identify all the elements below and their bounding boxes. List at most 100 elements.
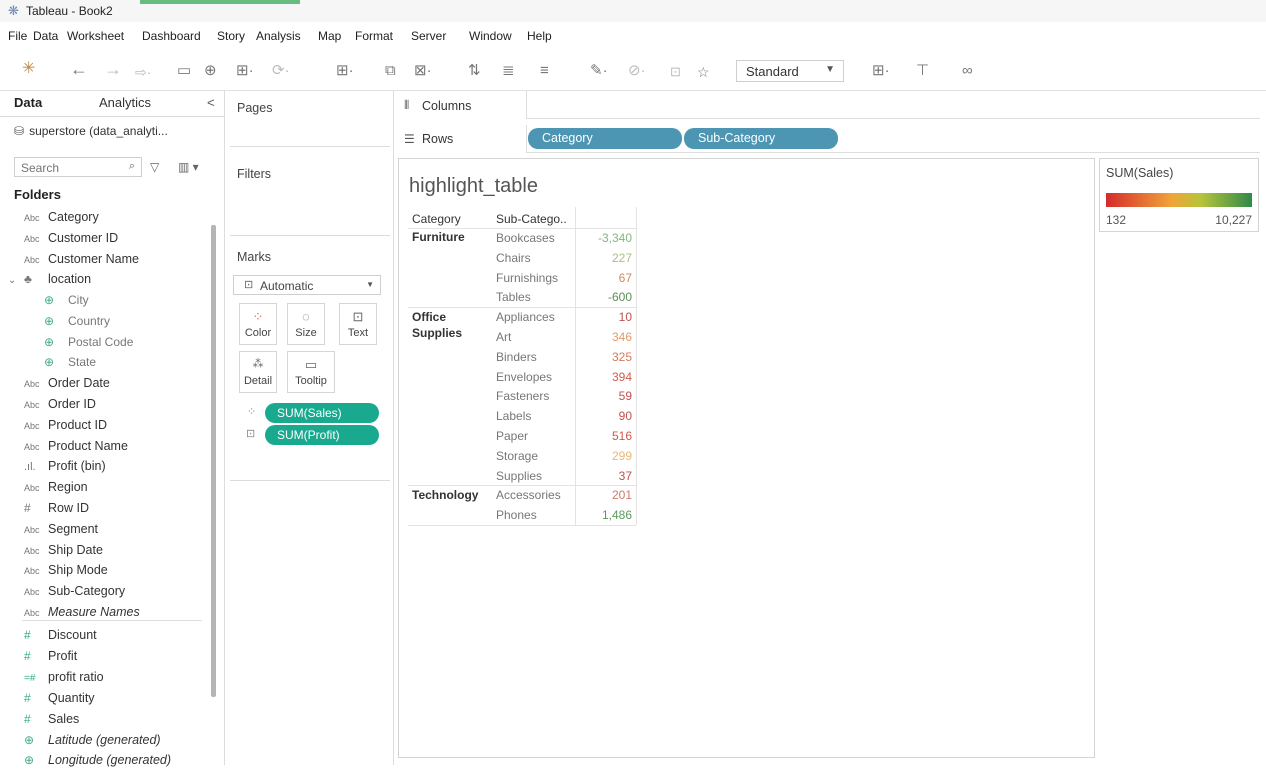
- pill-sum-profit[interactable]: SUM(Profit): [265, 425, 379, 445]
- profit-value-cell[interactable]: 37: [582, 469, 632, 483]
- mark-type-dropdown[interactable]: ⊡ Automatic ▼: [233, 275, 381, 295]
- color-mark-button[interactable]: ⁘ Color: [239, 303, 277, 345]
- field-state[interactable]: ⊕ State: [44, 355, 96, 375]
- duplicate-icon[interactable]: ⧉: [385, 60, 396, 82]
- sub-category-cell[interactable]: Art: [496, 330, 511, 344]
- datasource-item[interactable]: ⛁ superstore (data_analyti...: [14, 124, 168, 138]
- field-ship-mode[interactable]: Abc Ship Mode: [24, 563, 108, 583]
- profit-value-cell[interactable]: 67: [582, 271, 632, 285]
- field-postal-code[interactable]: ⊕ Postal Code: [44, 335, 133, 355]
- profit-value-cell[interactable]: -600: [582, 290, 632, 304]
- search-icon[interactable]: ⌕: [129, 160, 135, 173]
- row-pill-category[interactable]: Category: [528, 128, 682, 149]
- field-product-name[interactable]: Abc Product Name: [24, 439, 128, 459]
- new-datasource-icon[interactable]: ⊕: [204, 60, 217, 82]
- profit-value-cell[interactable]: 325: [582, 350, 632, 364]
- fix-axes-icon[interactable]: ☆: [697, 61, 710, 83]
- sub-category-cell[interactable]: Storage: [496, 449, 538, 463]
- menu-worksheet[interactable]: Worksheet: [67, 29, 124, 43]
- refresh-icon[interactable]: ⟳·: [272, 60, 290, 82]
- swap-icon[interactable]: ⇅: [468, 60, 481, 82]
- profit-value-cell[interactable]: 516: [582, 429, 632, 443]
- sub-category-cell[interactable]: Envelopes: [496, 370, 552, 384]
- field-sub-category[interactable]: Abc Sub-Category: [24, 584, 125, 604]
- category-furniture[interactable]: Furniture: [412, 229, 465, 245]
- sub-category-cell[interactable]: Fasteners: [496, 389, 549, 403]
- sub-category-cell[interactable]: Accessories: [496, 488, 561, 502]
- new-sheet-icon[interactable]: ⊞·: [236, 60, 254, 82]
- tooltip-mark-button[interactable]: ▭ Tooltip: [287, 351, 335, 393]
- field-product-id[interactable]: Abc Product ID: [24, 418, 107, 438]
- field-customer-id[interactable]: Abc Customer ID: [24, 231, 118, 251]
- field-city[interactable]: ⊕ City: [44, 293, 89, 313]
- field-profit[interactable]: # Profit: [24, 649, 77, 669]
- collapse-pane-icon[interactable]: <: [207, 95, 215, 110]
- field-region[interactable]: Abc Region: [24, 480, 88, 500]
- search-field[interactable]: ⌕: [14, 157, 142, 177]
- category-office-supplies[interactable]: Office Supplies: [412, 309, 472, 341]
- pill-sum-sales[interactable]: SUM(Sales): [265, 403, 379, 423]
- menu-file[interactable]: File: [8, 29, 27, 43]
- field-category[interactable]: Abc Category: [24, 210, 99, 230]
- field-measure-names[interactable]: Abc Measure Names: [24, 605, 140, 625]
- profit-value-cell[interactable]: 346: [582, 330, 632, 344]
- sub-category-cell[interactable]: Chairs: [496, 251, 531, 265]
- presentation-icon[interactable]: ⊤: [916, 60, 929, 82]
- menu-format[interactable]: Format: [355, 29, 393, 43]
- field-discount[interactable]: # Discount: [24, 628, 97, 648]
- sub-category-cell[interactable]: Bookcases: [496, 231, 555, 245]
- field-profit-bin[interactable]: .ıl. Profit (bin): [24, 459, 106, 479]
- tableau-home-icon[interactable]: ✳: [22, 58, 35, 80]
- profit-value-cell[interactable]: 59: [582, 389, 632, 403]
- field-segment[interactable]: Abc Segment: [24, 522, 98, 542]
- fields-scrollbar[interactable]: [211, 225, 216, 697]
- clear-sheet-icon[interactable]: ⊠·: [414, 60, 432, 82]
- profit-value-cell[interactable]: 227: [582, 251, 632, 265]
- size-mark-button[interactable]: ◌ Size: [287, 303, 325, 345]
- row-pill-sub-category[interactable]: Sub-Category: [684, 128, 838, 149]
- field-longitude[interactable]: ⊕ Longitude (generated): [24, 753, 171, 773]
- field-location[interactable]: ⌄ ♣ location: [8, 272, 91, 292]
- labels-icon[interactable]: ⊡: [670, 61, 681, 83]
- sort-asc-icon[interactable]: ≣: [502, 60, 515, 82]
- field-latitude[interactable]: ⊕ Latitude (generated): [24, 733, 161, 753]
- sort-desc-icon[interactable]: ≡: [540, 60, 549, 82]
- sub-category-cell[interactable]: Binders: [496, 350, 537, 364]
- profit-value-cell[interactable]: 10: [582, 310, 632, 324]
- profit-value-cell[interactable]: 1,486: [582, 508, 632, 522]
- field-order-date[interactable]: Abc Order Date: [24, 376, 110, 396]
- text-mark-button[interactable]: ⊡ Text: [339, 303, 377, 345]
- undo-icon[interactable]: ←: [70, 58, 88, 80]
- menu-analysis[interactable]: Analysis: [256, 29, 301, 43]
- field-quantity[interactable]: # Quantity: [24, 691, 95, 711]
- menu-server[interactable]: Server: [411, 29, 446, 43]
- sub-category-cell[interactable]: Furnishings: [496, 271, 558, 285]
- search-input[interactable]: [19, 159, 111, 177]
- filter-icon[interactable]: ▽: [150, 160, 159, 174]
- sub-category-cell[interactable]: Appliances: [496, 310, 555, 324]
- sub-category-cell[interactable]: Phones: [496, 508, 537, 522]
- profit-value-cell[interactable]: 394: [582, 370, 632, 384]
- menu-map[interactable]: Map: [318, 29, 341, 43]
- menu-story[interactable]: Story: [217, 29, 245, 43]
- profit-value-cell[interactable]: 90: [582, 409, 632, 423]
- field-profit-ratio[interactable]: =# profit ratio: [24, 670, 104, 690]
- menu-dashboard[interactable]: Dashboard: [142, 29, 201, 43]
- field-ship-date[interactable]: Abc Ship Date: [24, 543, 103, 563]
- field-row-id[interactable]: # Row ID: [24, 501, 89, 521]
- category-technology[interactable]: Technology: [412, 487, 478, 503]
- field-customer-name[interactable]: Abc Customer Name: [24, 252, 139, 272]
- show-cards-icon[interactable]: ⊞·: [872, 60, 890, 82]
- fit-dropdown[interactable]: Standard ▼: [736, 60, 844, 82]
- new-worksheet-icon[interactable]: ⊞·: [336, 60, 354, 82]
- menu-window[interactable]: Window: [469, 29, 512, 43]
- field-order-id[interactable]: Abc Order ID: [24, 397, 96, 417]
- detail-mark-button[interactable]: ⁂ Detail: [239, 351, 277, 393]
- share-icon[interactable]: ∞: [962, 60, 973, 82]
- replay-icon[interactable]: ⇨·: [135, 61, 151, 83]
- highlight-icon[interactable]: ✎·: [590, 60, 608, 82]
- sub-category-cell[interactable]: Labels: [496, 409, 531, 423]
- menu-data[interactable]: Data: [33, 29, 58, 43]
- profit-value-cell[interactable]: 299: [582, 449, 632, 463]
- view-options-icon[interactable]: ▥ ▾: [178, 160, 199, 174]
